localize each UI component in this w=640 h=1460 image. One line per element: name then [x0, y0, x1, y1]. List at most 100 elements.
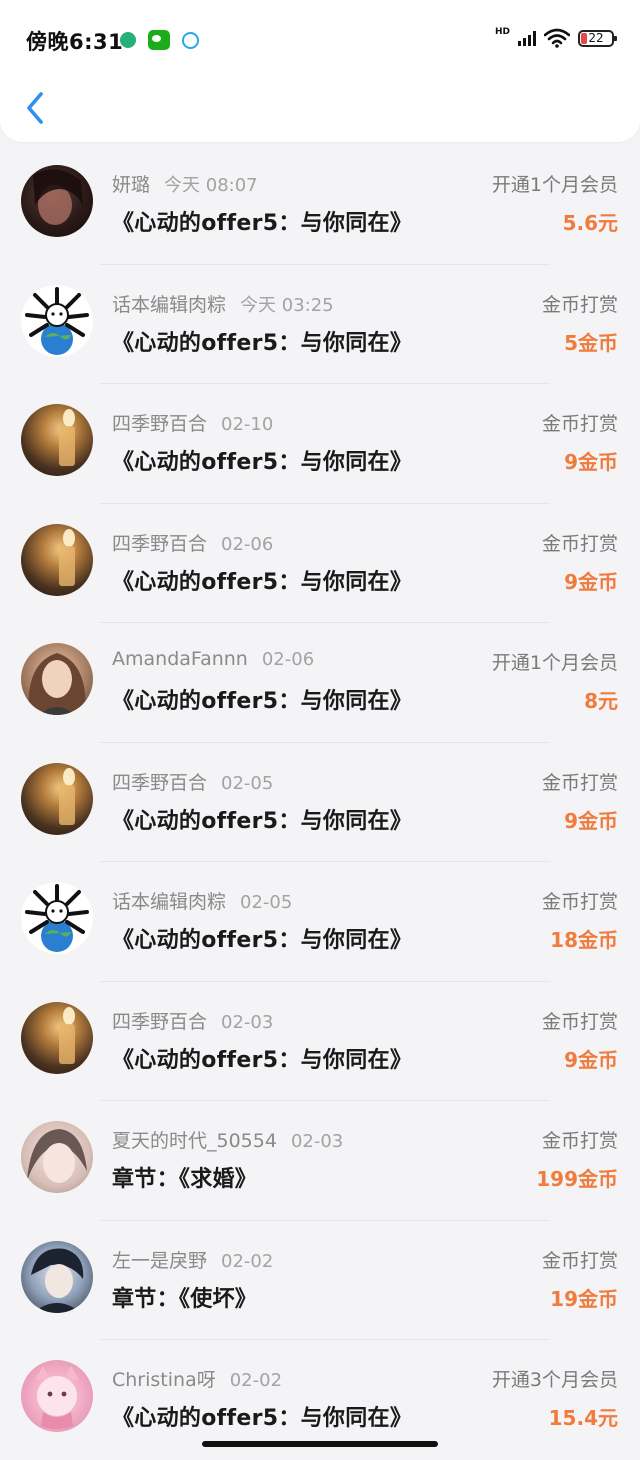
work-title: 《心动的offer5：与你同在》 [112, 450, 413, 475]
record-date: 02-05 [240, 892, 293, 913]
k-app-icon [182, 31, 199, 49]
record-date: 02-06 [221, 533, 274, 555]
avatar[interactable] [21, 284, 93, 357]
work-title: 《心动的offer5：与你同在》 [112, 808, 413, 834]
list-item[interactable]: 四季野百合 02-03 《心动的offer5：与你同在》 金币打赏 9金币 [0, 982, 640, 1101]
record-amount: 5金币 [564, 330, 618, 355]
record-type: 金币打赏 [541, 1130, 618, 1152]
avatar-image [25, 286, 89, 355]
list-item[interactable]: 话本编辑肉粽 今天 03:25 《心动的offer5：与你同在》 金币打赏 5金币 [0, 265, 640, 384]
record-type: 金币打赏 [541, 1010, 618, 1033]
record-amount: 19金币 [550, 1286, 618, 1311]
avatar-image [27, 1129, 87, 1183]
record-amount: 9金币 [564, 569, 618, 594]
avatar[interactable] [21, 643, 93, 715]
work-title: 《心动的offer5：与你同在》 [112, 928, 413, 953]
avatar-image [59, 409, 75, 466]
record-amount: 9金币 [564, 808, 618, 833]
status-time: 傍晚6:31 [26, 30, 124, 54]
avatar[interactable] [21, 882, 93, 954]
reward-record-list: 妍璐 今天 08:07 《心动的offer5：与你同在》 开通1个月会员 5.6元… [0, 145, 640, 1460]
avatar[interactable] [21, 1121, 93, 1193]
user-name[interactable]: AmandaFannn [112, 648, 248, 670]
record-amount: 9金币 [564, 1047, 618, 1072]
record-date: 02-06 [261, 649, 315, 670]
list-item[interactable]: 四季野百合 02-06 《心动的offer5：与你同在》 金币打赏 9金币 [0, 504, 640, 623]
cell-signal-icon [518, 30, 536, 46]
record-type: 金币打赏 [541, 413, 618, 435]
record-date: 02-03 [290, 1131, 344, 1152]
avatar-image [28, 653, 86, 715]
avatar-image [59, 528, 75, 586]
record-type: 金币打赏 [541, 1249, 618, 1272]
record-type: 开通3个月会员 [491, 1369, 618, 1391]
list-item[interactable]: 夏天的时代_50554 02-03 章节：《求婚》 金币打赏 199金币 [0, 1101, 640, 1221]
avatar[interactable] [21, 1360, 93, 1432]
work-title: 《心动的offer5：与你同在》 [112, 211, 413, 236]
record-amount: 199金币 [536, 1167, 618, 1191]
avatar-image [59, 767, 75, 825]
battery-icon: 22 [578, 29, 617, 47]
record-type: 金币打赏 [541, 891, 618, 913]
avatar-image [25, 884, 89, 952]
user-name[interactable]: 话本编辑肉粽 [112, 891, 226, 913]
record-type: 开通1个月会员 [491, 174, 618, 196]
work-title: 章节：《使坏》 [112, 1286, 258, 1312]
user-name[interactable]: 左一是戾野 [112, 1250, 207, 1272]
home-indicator[interactable] [202, 1441, 438, 1447]
battery-level: 22 [588, 30, 604, 45]
record-amount: 9金币 [564, 450, 618, 474]
avatar-image [59, 1006, 75, 1064]
record-date: 02-02 [229, 1370, 283, 1391]
record-date: 今天 03:25 [240, 294, 334, 316]
list-item[interactable]: 左一是戾野 02-02 章节：《使坏》 金币打赏 19金币 [0, 1221, 640, 1340]
work-title: 《心动的offer5：与你同在》 [112, 1047, 413, 1073]
work-title: 《心动的offer5：与你同在》 [112, 569, 413, 595]
list-item[interactable]: 话本编辑肉粽 02-05 《心动的offer5：与你同在》 金币打赏 18金币 [0, 862, 640, 982]
user-name[interactable]: 四季野百合 [112, 533, 207, 555]
globe-app-icon [120, 32, 136, 48]
work-title: 《心动的offer5：与你同在》 [112, 689, 413, 714]
avatar[interactable] [21, 523, 93, 596]
record-date: 02-02 [221, 1250, 274, 1272]
back-button[interactable] [20, 88, 52, 128]
user-name[interactable]: 四季野百合 [112, 413, 207, 435]
avatar[interactable] [21, 165, 93, 237]
avatar[interactable] [21, 762, 93, 835]
top-bar: 傍晚6:31 HD 22 [0, 0, 640, 142]
record-amount: 15.4元 [548, 1406, 618, 1430]
work-title: 《心动的offer5：与你同在》 [112, 1406, 413, 1431]
list-item[interactable]: 妍璐 今天 08:07 《心动的offer5：与你同在》 开通1个月会员 5.6元 [0, 145, 640, 265]
avatar[interactable] [21, 404, 93, 476]
avatar-image [35, 1366, 79, 1429]
avatar-image [33, 169, 83, 225]
record-amount: 18金币 [550, 928, 618, 952]
user-name[interactable]: 四季野百合 [112, 1011, 207, 1033]
chevron-left-icon [27, 92, 43, 124]
record-date: 02-03 [221, 1011, 274, 1033]
avatar[interactable] [21, 1001, 93, 1074]
list-item[interactable]: 四季野百合 02-10 《心动的offer5：与你同在》 金币打赏 9金币 [0, 384, 640, 504]
wechat-icon [148, 30, 170, 50]
status-indicators: HD 22 [494, 27, 617, 48]
hd-badge: HD [494, 27, 510, 37]
record-amount: 5.6元 [562, 211, 618, 235]
user-name[interactable]: 妍璐 [112, 174, 150, 196]
record-date: 02-10 [221, 414, 274, 435]
list-item[interactable]: 四季野百合 02-05 《心动的offer5：与你同在》 金币打赏 9金币 [0, 743, 640, 862]
record-date: 02-05 [221, 772, 274, 794]
wifi-icon [544, 28, 570, 48]
user-name[interactable]: 话本编辑肉粽 [112, 294, 226, 316]
user-name[interactable]: 四季野百合 [112, 772, 207, 794]
avatar[interactable] [21, 1240, 93, 1313]
list-item[interactable]: AmandaFannn 02-06 《心动的offer5：与你同在》 开通1个月会… [0, 623, 640, 743]
user-name[interactable]: Christina呀 [112, 1369, 216, 1391]
user-name[interactable]: 夏天的时代_50554 [112, 1130, 277, 1152]
record-type: 金币打赏 [541, 771, 618, 794]
record-amount: 8元 [584, 689, 618, 713]
record-date: 今天 08:07 [164, 175, 258, 196]
record-type: 金币打赏 [541, 293, 618, 316]
work-title: 章节：《求婚》 [112, 1167, 258, 1192]
status-app-icons [120, 30, 199, 50]
avatar-image [31, 1248, 84, 1313]
